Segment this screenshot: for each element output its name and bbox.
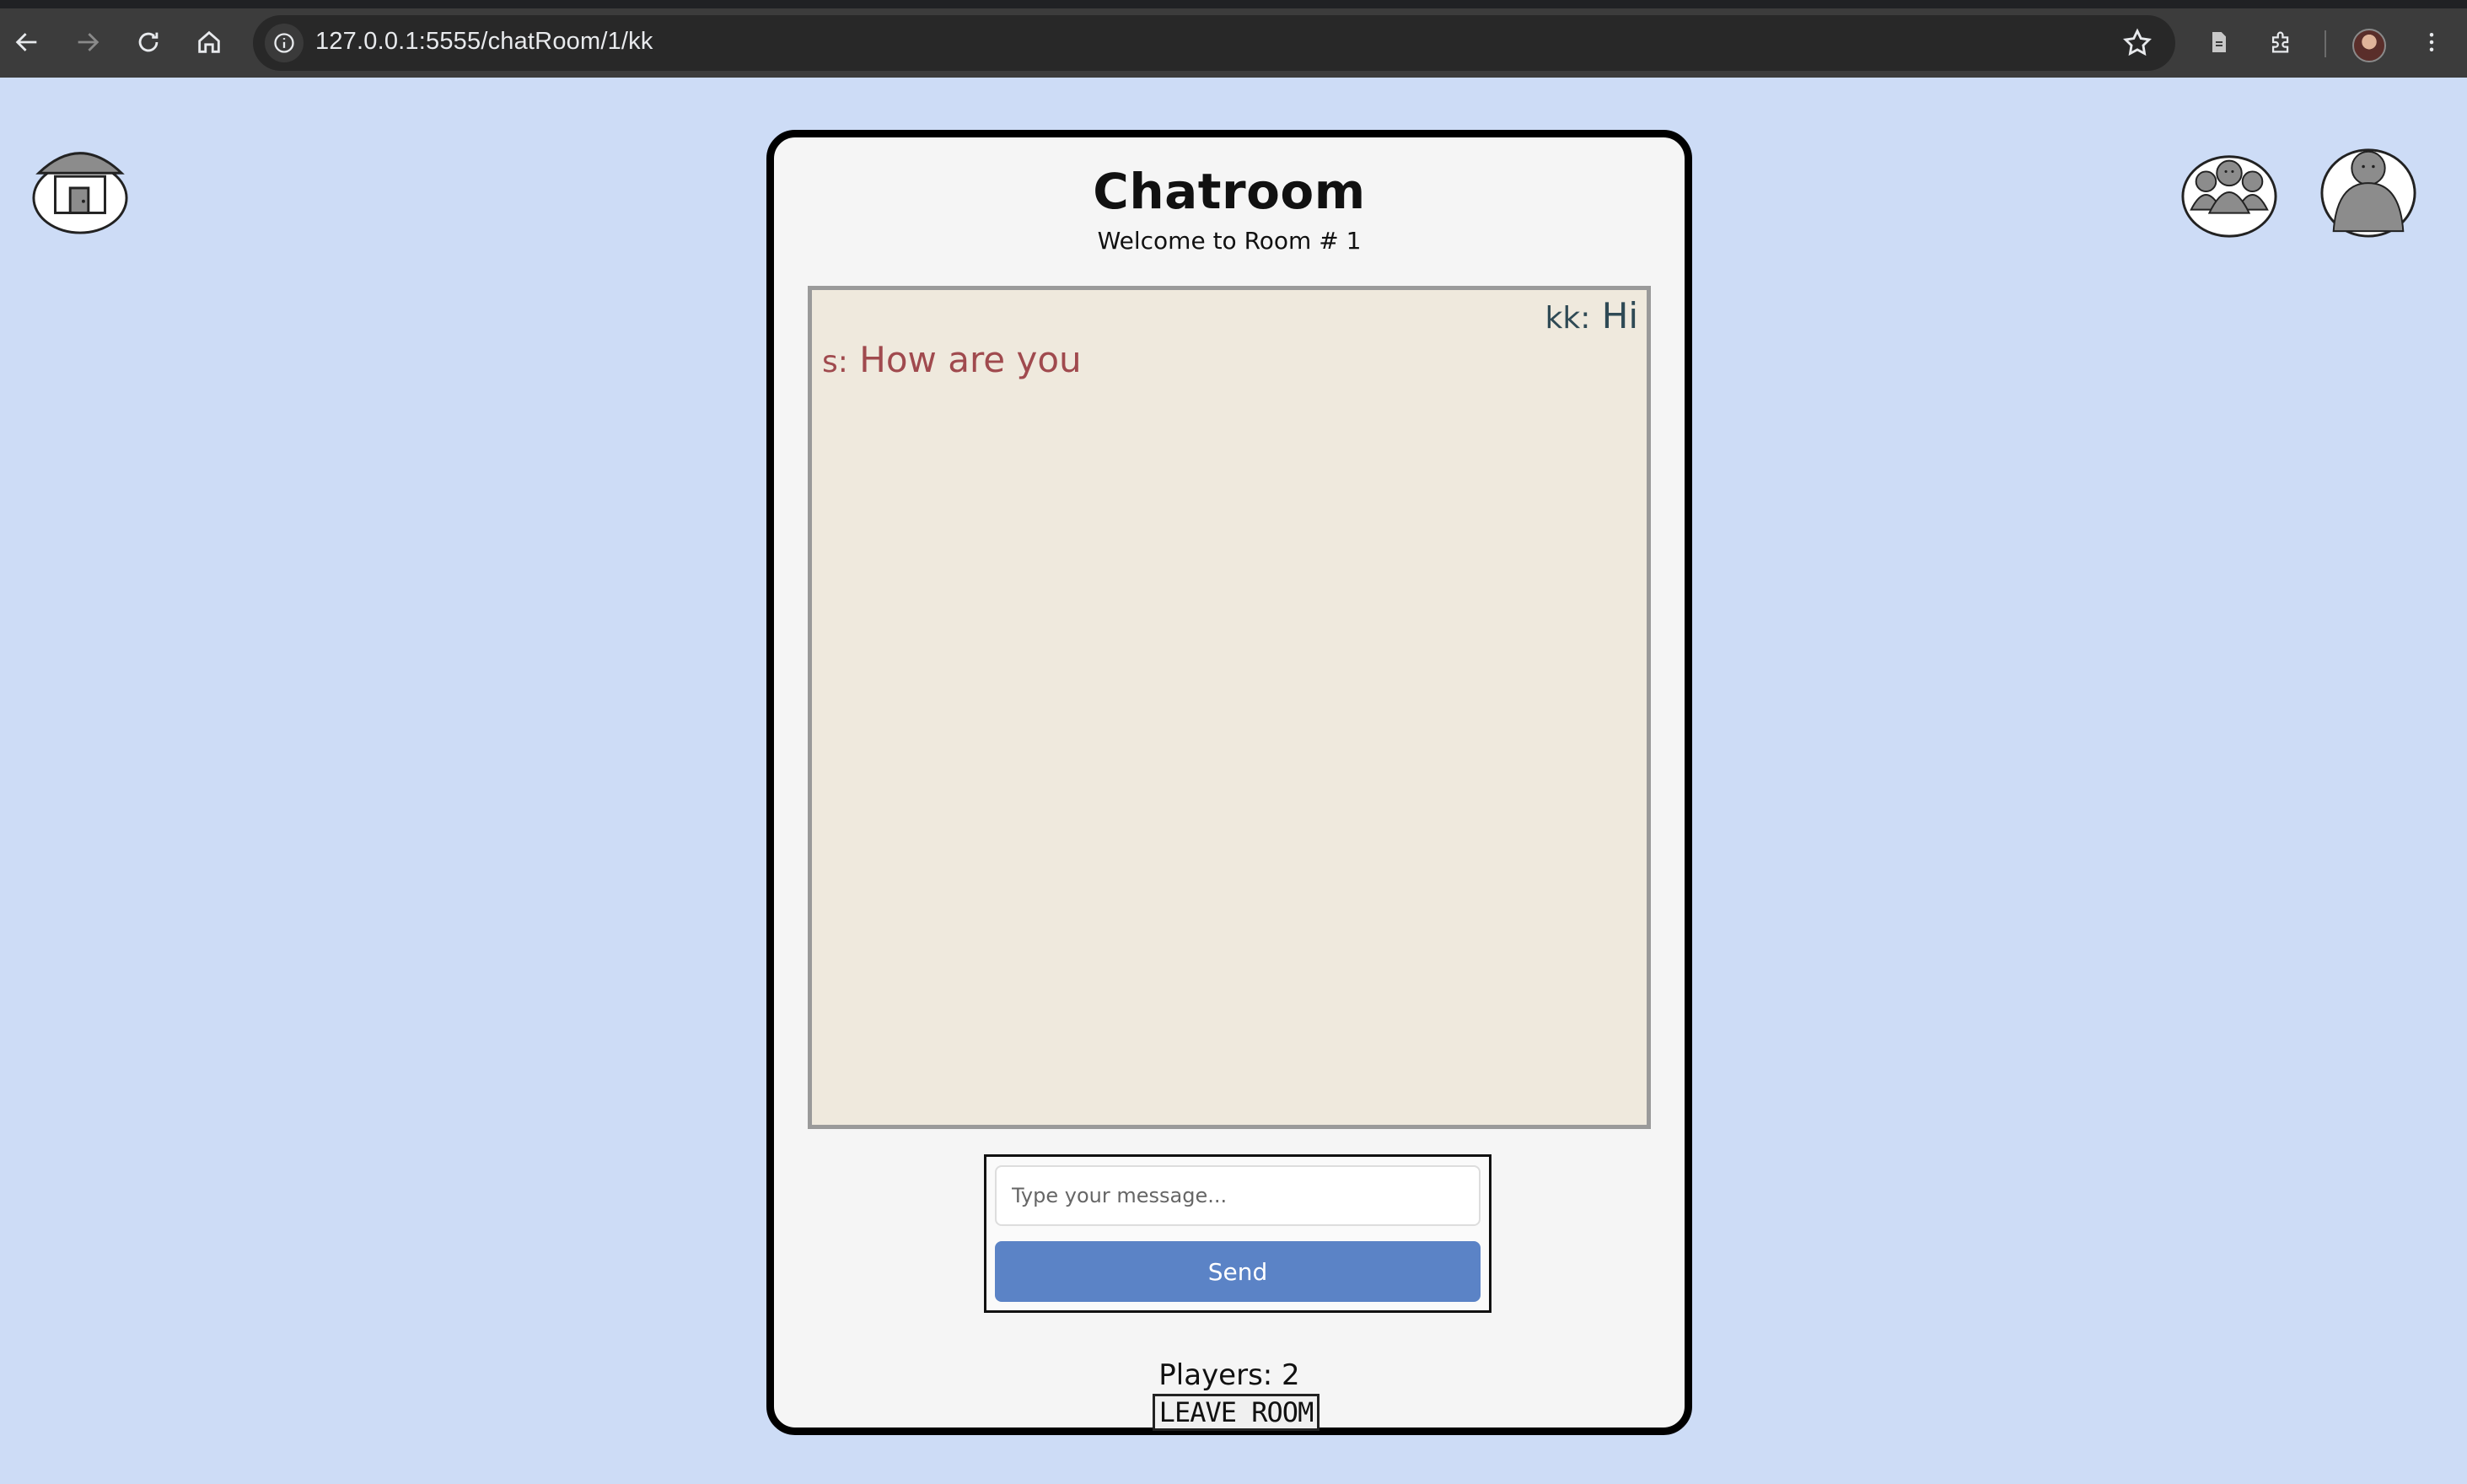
site-info-button[interactable] [265, 24, 304, 62]
home-hut-icon [32, 152, 128, 234]
address-bar[interactable]: 127.0.0.1:5555/chatRoom/1/kk [253, 15, 2175, 71]
browser-menu-button[interactable] [2410, 20, 2454, 64]
back-button[interactable] [5, 20, 49, 64]
message-text: How are you [859, 339, 1082, 380]
extensions-button[interactable] [2260, 20, 2303, 64]
message-text: Hi [1601, 295, 1638, 336]
home-button[interactable] [30, 137, 130, 236]
browser-toolbar: 127.0.0.1:5555/chatRoom/1/kk [0, 0, 2467, 78]
reload-icon [138, 32, 159, 52]
extensions-icon [2271, 31, 2289, 53]
message-item: s: How are you [822, 339, 1082, 380]
chatroom-card: Chatroom Welcome to Room # 1 kk: Hi s: H… [766, 130, 1692, 1435]
message-item: kk: Hi [1545, 295, 1638, 336]
reading-list-icon [2212, 32, 2226, 52]
friends-icon [2181, 155, 2277, 238]
profile-avatar-icon[interactable] [2352, 29, 2386, 62]
friends-button[interactable] [2179, 143, 2279, 243]
reload-button[interactable] [126, 20, 170, 64]
bookmark-star-icon[interactable] [2121, 27, 2153, 59]
url-text[interactable]: 127.0.0.1:5555/chatRoom/1/kk [315, 28, 653, 56]
message-sender: kk: [1545, 301, 1591, 336]
toolbar-divider [2325, 30, 2326, 57]
forward-icon [78, 33, 99, 51]
browser-home-button[interactable] [187, 20, 231, 64]
send-button[interactable]: Send [995, 1241, 1481, 1302]
site-info-icon [274, 33, 294, 53]
message-composer: Send [984, 1154, 1491, 1313]
page-content: Chatroom Welcome to Room # 1 kk: Hi s: H… [0, 78, 2467, 1484]
message-list[interactable]: kk: Hi s: How are you [808, 286, 1651, 1129]
room-subtitle: Welcome to Room # 1 [1097, 227, 1362, 255]
leave-room-button[interactable]: LEAVE ROOM [1153, 1394, 1319, 1431]
back-icon [15, 33, 37, 51]
reading-list-button[interactable] [2197, 20, 2241, 64]
menu-icon [2429, 33, 2434, 51]
page-title: Chatroom [1093, 163, 1366, 220]
home-browser-icon [198, 30, 220, 53]
profile-button[interactable] [2319, 140, 2418, 239]
message-sender: s: [822, 345, 848, 379]
players-count: Players: 2 [1158, 1358, 1300, 1392]
message-input[interactable] [995, 1165, 1481, 1226]
forward-button[interactable] [66, 20, 110, 64]
profile-icon [2320, 148, 2416, 238]
